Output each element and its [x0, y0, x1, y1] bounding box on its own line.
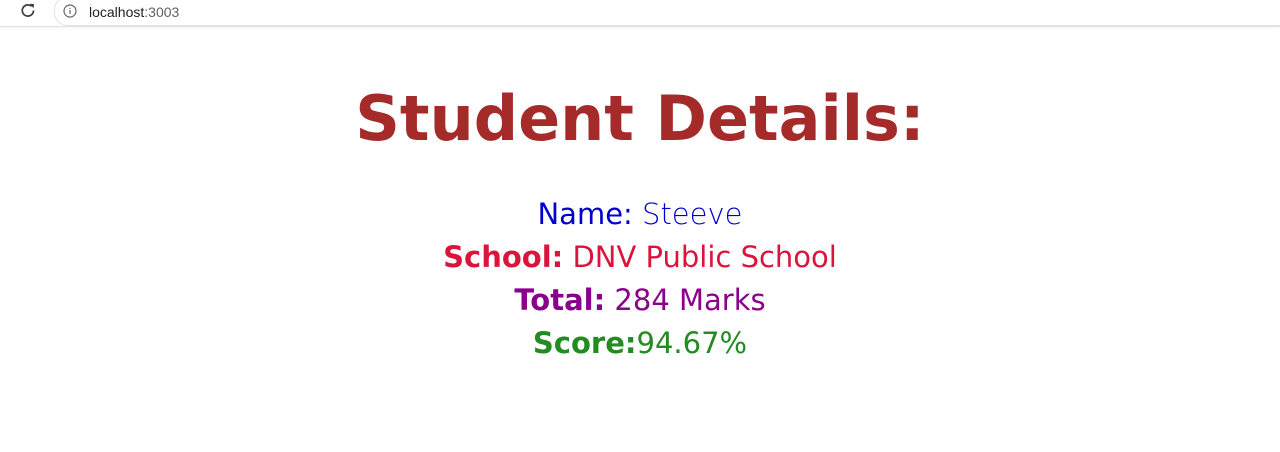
detail-school: School: DNV Public School: [0, 236, 1280, 279]
detail-name-value: Steeve: [632, 197, 743, 231]
address-bar[interactable]: localhost:3003: [54, 0, 1280, 26]
page-content: Student Details: Name: Steeve School: DN…: [0, 27, 1280, 365]
detail-school-label: School:: [443, 240, 564, 274]
detail-school-value: DNV Public School: [563, 240, 837, 274]
url-port: :3003: [144, 4, 180, 20]
student-details: Name: Steeve School: DNV Public School T…: [0, 193, 1280, 365]
detail-name-label: Name:: [537, 197, 633, 231]
detail-total: Total: 284 Marks: [0, 279, 1280, 322]
detail-total-value: 284 Marks: [605, 283, 766, 317]
detail-score: Score:94.67%: [0, 322, 1280, 365]
reload-icon: [21, 3, 35, 17]
detail-score-label: Score:: [532, 326, 637, 360]
site-info-icon[interactable]: [63, 4, 77, 18]
detail-total-label: Total:: [514, 283, 606, 317]
detail-score-value: 94.67%: [636, 326, 748, 360]
url-host: localhost: [89, 4, 145, 20]
reload-button[interactable]: [16, 0, 40, 22]
page-title: Student Details:: [355, 82, 925, 155]
detail-name: Name: Steeve: [0, 193, 1280, 236]
url-text: localhost:3003: [89, 4, 179, 20]
browser-toolbar: localhost:3003: [0, 0, 1280, 27]
